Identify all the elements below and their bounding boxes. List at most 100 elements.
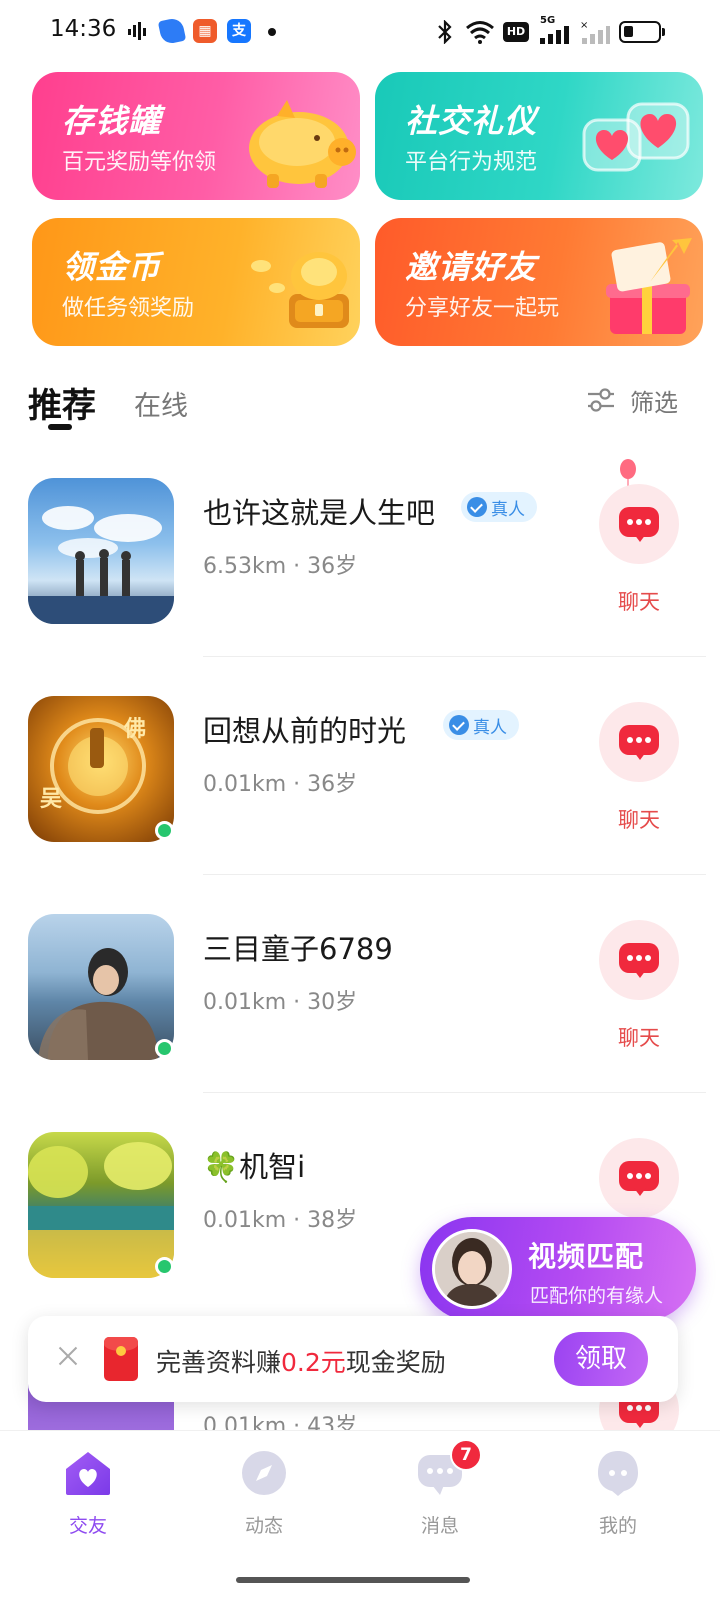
- nav-item-profile[interactable]: 我的: [558, 1449, 678, 1538]
- user-meta: 0.01km · 38岁: [203, 1202, 357, 1234]
- banner-subtitle: 平台行为规范: [405, 150, 538, 175]
- user-name: 三目童子6789: [203, 932, 393, 966]
- wifi-icon: [466, 21, 494, 44]
- hearts-icon: [582, 102, 690, 172]
- invite-friends-banner[interactable]: 邀请好友 分享好友一起玩: [375, 218, 703, 346]
- nav-item-messages[interactable]: 7 消息: [380, 1439, 500, 1538]
- meta-separator: ·: [286, 772, 308, 797]
- earn-coins-banner[interactable]: 领金币 做任务领奖励: [32, 218, 360, 346]
- nav-label: 消息: [420, 1515, 459, 1537]
- reward-toast: 完善资料赚0.2元现金奖励 领取: [28, 1316, 678, 1402]
- filter-button[interactable]: 筛选: [586, 382, 678, 418]
- chat-button[interactable]: [599, 920, 679, 1000]
- user-avatar[interactable]: [28, 914, 174, 1060]
- banner-subtitle: 做任务领奖励: [62, 296, 195, 321]
- banner-subtitle: 分享好友一起玩: [405, 296, 560, 321]
- svg-text:佛: 佛: [123, 716, 146, 742]
- hd-icon: HD: [503, 22, 529, 42]
- chat-button[interactable]: [599, 1138, 679, 1218]
- user-age: 36岁: [307, 554, 358, 579]
- close-icon[interactable]: [56, 1344, 80, 1368]
- user-meta: 6.53km · 36岁: [203, 548, 357, 580]
- user-distance: 6.53km: [203, 554, 287, 579]
- chat-label[interactable]: 聊天: [599, 586, 679, 616]
- video-match-subtitle: 匹配你的有缘人: [530, 1285, 664, 1307]
- online-status-dot: [155, 821, 174, 840]
- status-bar: 14:36 ▦ 支 HD 5G ×: [0, 0, 720, 64]
- banner-title: 存钱罐: [62, 102, 162, 140]
- unread-badge: 7: [450, 1439, 482, 1471]
- tab-recommend[interactable]: 推荐: [28, 378, 96, 427]
- user-distance: 0.01km: [203, 772, 287, 797]
- filter-label: 筛选: [630, 388, 678, 417]
- verified-check-icon: [467, 497, 487, 517]
- compass-icon: [240, 1449, 288, 1497]
- row-divider: [203, 656, 706, 657]
- online-status-dot: [155, 1257, 174, 1276]
- nav-label: 我的: [598, 1515, 637, 1537]
- nav-label: 动态: [244, 1515, 283, 1537]
- online-status-dot: [155, 1039, 174, 1058]
- tab-online[interactable]: 在线: [134, 384, 188, 423]
- bluetooth-icon: [438, 20, 452, 44]
- video-match-title: 视频匹配: [528, 1240, 645, 1273]
- reward-text: 完善资料赚0.2元现金奖励: [156, 1343, 446, 1379]
- user-avatar[interactable]: [28, 1132, 174, 1278]
- verified-label: 真人: [491, 499, 525, 520]
- bottom-nav: 交友 动态 7 消息 我的: [0, 1430, 720, 1600]
- banner-title: 领金币: [62, 248, 162, 286]
- gift-box-icon: [606, 238, 692, 334]
- meta-separator: ·: [286, 554, 308, 579]
- user-list-item[interactable]: 佛 吴 回想从前的时光 真人 0.01km · 36岁 聊天: [0, 658, 720, 876]
- user-list-item[interactable]: 也许这就是人生吧 真人 6.53km · 36岁 聊天: [0, 440, 720, 658]
- user-list-item[interactable]: 三目童子6789 0.01km · 30岁 聊天: [0, 876, 720, 1094]
- video-match-avatar: [432, 1229, 512, 1309]
- feed-tabs: 推荐 在线 筛选: [0, 370, 720, 440]
- user-name: 🍀机智i: [203, 1150, 306, 1184]
- user-name: 也许这就是人生吧: [203, 496, 436, 530]
- notification-dot: [268, 28, 276, 36]
- meta-separator: ·: [286, 990, 308, 1015]
- reward-text-after: 现金奖励: [345, 1348, 446, 1377]
- verified-check-icon: [449, 715, 469, 735]
- claim-button[interactable]: 领取: [554, 1332, 648, 1386]
- alipay-icon: 支: [227, 19, 251, 43]
- blue-app-icon: [157, 16, 187, 46]
- battery-icon: [619, 21, 665, 43]
- signal-meter-icon: [128, 22, 146, 40]
- nav-item-moments[interactable]: 动态: [204, 1449, 324, 1538]
- chat-button[interactable]: [599, 484, 679, 564]
- 5g-signal-icon: [540, 26, 569, 44]
- user-age: 30岁: [307, 990, 358, 1015]
- chat-label[interactable]: 聊天: [599, 1022, 679, 1052]
- banner-title: 社交礼仪: [405, 102, 538, 140]
- nav-item-friends[interactable]: 交友: [28, 1449, 148, 1538]
- chat-bubble-icon: [619, 725, 659, 760]
- status-time: 14:36: [50, 16, 117, 42]
- verified-badge: 真人: [443, 710, 519, 740]
- user-avatar[interactable]: [28, 478, 174, 624]
- filter-sliders-icon: [588, 388, 614, 412]
- row-divider: [203, 1092, 706, 1093]
- chat-bubble-icon: [619, 507, 659, 542]
- svg-text:×: ×: [580, 20, 588, 31]
- network-label: 5G: [540, 15, 556, 26]
- user-meta: 0.01km · 36岁: [203, 766, 357, 798]
- home-indicator: [236, 1577, 470, 1583]
- nav-label: 交友: [68, 1515, 107, 1537]
- social-etiquette-banner[interactable]: 社交礼仪 平台行为规范: [375, 72, 703, 200]
- piggy-bank-banner[interactable]: 存钱罐 百元奖励等你领: [32, 72, 360, 200]
- video-match-button[interactable]: 视频匹配 匹配你的有缘人: [420, 1217, 696, 1321]
- chat-label[interactable]: 聊天: [599, 804, 679, 834]
- home-heart-icon: [64, 1449, 112, 1497]
- coin-trophy-icon: [251, 252, 349, 328]
- user-avatar[interactable]: 佛 吴: [28, 696, 174, 842]
- verified-badge: 真人: [461, 492, 537, 522]
- user-meta: 0.01km · 30岁: [203, 984, 357, 1016]
- banner-subtitle: 百元奖励等你领: [62, 150, 217, 175]
- orange-app-icon: ▦: [193, 19, 217, 43]
- piggy-bank-icon: [249, 100, 356, 188]
- user-age: 36岁: [307, 772, 358, 797]
- signal-icon: ×: [580, 20, 610, 44]
- chat-button[interactable]: [599, 702, 679, 782]
